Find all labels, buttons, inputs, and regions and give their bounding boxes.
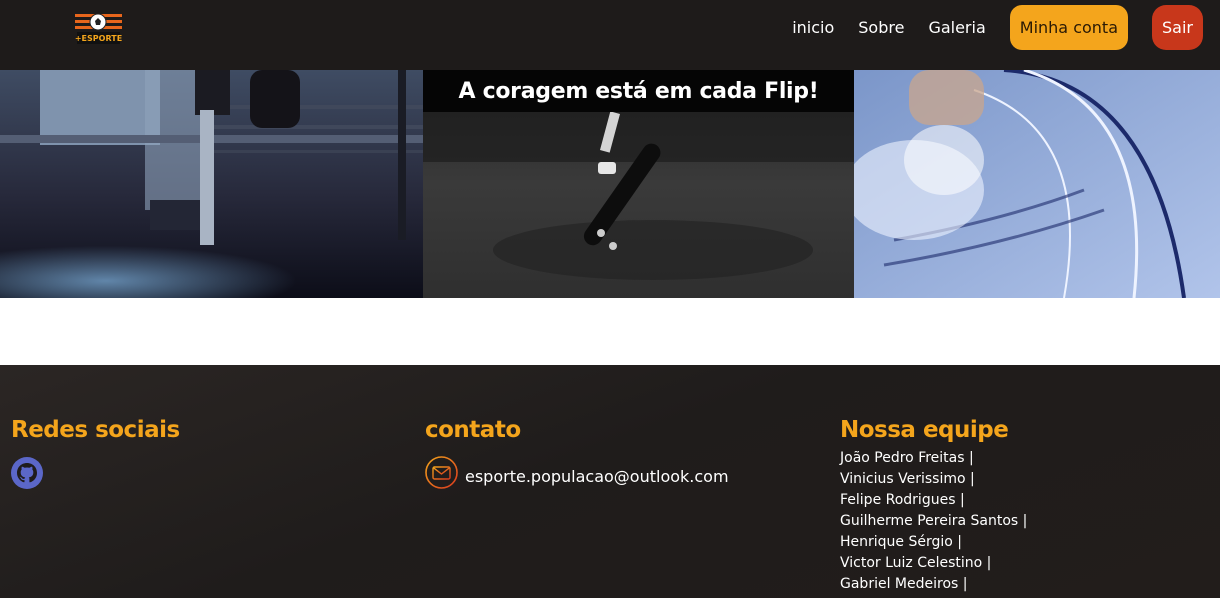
- team-member: Gabriel Medeiros |: [840, 576, 968, 592]
- social-section: Redes sociais: [11, 417, 180, 489]
- logout-button[interactable]: Sair: [1152, 5, 1203, 50]
- my-account-button[interactable]: Minha conta: [1009, 5, 1128, 50]
- photo-banner: A coragem está em cada Flip!: [0, 70, 1220, 298]
- mail-icon[interactable]: [425, 456, 458, 489]
- team-title: Nossa equipe: [840, 417, 1009, 443]
- social-title: Redes sociais: [11, 417, 180, 443]
- contact-title: contato: [425, 417, 521, 443]
- team-list: João Pedro Freitas | Vinicius Verissimo …: [840, 448, 1027, 595]
- team-member: Felipe Rodrigues |: [840, 492, 965, 508]
- banner-caption: A coragem está em cada Flip!: [423, 70, 854, 112]
- swimming-photo: [854, 70, 1220, 298]
- nav-link-galeria[interactable]: Galeria: [928, 18, 985, 37]
- contact-email-row: esporte.populacao@outlook.com: [425, 456, 729, 489]
- contact-email[interactable]: esporte.populacao@outlook.com: [465, 467, 729, 486]
- nav-link-sobre[interactable]: Sobre: [858, 18, 904, 37]
- team-member: Guilherme Pereira Santos |: [840, 513, 1028, 529]
- main-nav: inicio Sobre Galeria Minha conta Sair: [792, 5, 1203, 50]
- top-navbar: +ESPORTE inicio Sobre Galeria Minha cont…: [0, 0, 1220, 70]
- svg-text:+ESPORTE: +ESPORTE: [75, 34, 122, 43]
- skateboard-photo: A coragem está em cada Flip!: [423, 70, 854, 298]
- team-member: João Pedro Freitas |: [840, 450, 974, 466]
- nav-link-inicio[interactable]: inicio: [792, 18, 834, 37]
- contact-section: contato esporte.populacao@outlook.com: [425, 417, 729, 489]
- site-logo[interactable]: +ESPORTE: [75, 12, 122, 45]
- team-member: Henrique Sérgio |: [840, 534, 963, 550]
- team-section: Nossa equipe João Pedro Freitas | Vinici…: [840, 417, 1027, 595]
- team-member: Vinicius Verissimo |: [840, 471, 975, 487]
- site-footer: Redes sociais contato esporte.populacao@…: [0, 365, 1220, 598]
- kickboxing-photo: [0, 70, 423, 298]
- team-member: Victor Luiz Celestino |: [840, 555, 992, 571]
- github-icon[interactable]: [11, 457, 43, 489]
